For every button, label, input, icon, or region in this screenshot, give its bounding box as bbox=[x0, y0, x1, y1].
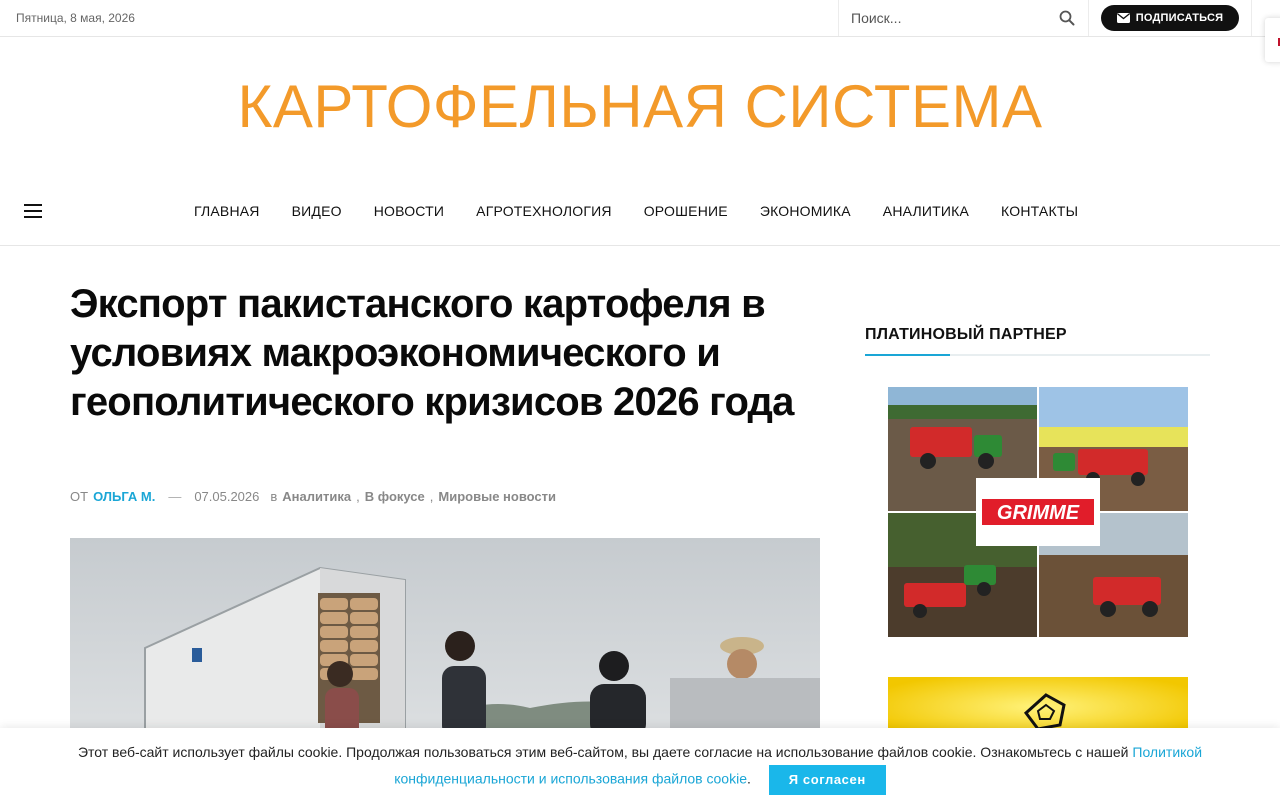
category-link[interactable]: В фокусе bbox=[365, 489, 425, 504]
topbar-divider bbox=[1251, 0, 1252, 36]
envelope-icon bbox=[1116, 13, 1130, 23]
current-date: Пятница, 8 мая, 2026 bbox=[16, 11, 135, 25]
article-featured-image bbox=[70, 538, 820, 738]
category-link[interactable]: Аналитика bbox=[282, 489, 351, 504]
article-date: 07.05.2026 bbox=[194, 489, 260, 504]
meta-by: ОТ bbox=[70, 489, 89, 504]
cookie-consent-bar: Этот веб-сайт использует файлы cookie. П… bbox=[0, 728, 1280, 800]
nav-item-video[interactable]: ВИДЕО bbox=[276, 203, 358, 219]
category-link[interactable]: Мировые новости bbox=[438, 489, 556, 504]
nav-item-news[interactable]: НОВОСТИ bbox=[358, 203, 460, 219]
meta-dash: — bbox=[168, 489, 182, 504]
side-flag-tab[interactable] bbox=[1265, 18, 1280, 62]
cookie-message: Этот веб-сайт использует файлы cookie. П… bbox=[30, 739, 1250, 795]
menu-icon[interactable] bbox=[24, 204, 42, 218]
grimme-ad-image: GRIMME bbox=[888, 387, 1188, 637]
nav-item-contacts[interactable]: КОНТАКТЫ bbox=[985, 203, 1094, 219]
grimme-ad-banner[interactable]: GRIMME bbox=[888, 387, 1188, 637]
nav-item-agrotech[interactable]: АГРОТЕХНОЛОГИЯ bbox=[460, 203, 628, 219]
site-logo[interactable]: КАРТОФЕЛЬНАЯ СИСТЕМА bbox=[0, 72, 1280, 142]
svg-text:GRIMME: GRIMME bbox=[997, 502, 1080, 524]
partner-widget-title: ПЛАТИНОВЫЙ ПАРТНЕР bbox=[865, 326, 1067, 343]
widget-underline bbox=[865, 354, 1210, 356]
nav-item-economics[interactable]: ЭКОНОМИКА bbox=[744, 203, 867, 219]
cookie-text: Этот веб-сайт использует файлы cookie. П… bbox=[77, 744, 1129, 760]
subscribe-label: ПОДПИСАТЬСЯ bbox=[1135, 12, 1224, 24]
article-title: Экспорт пакистанского картофеля в услови… bbox=[70, 282, 794, 424]
nav-item-analytics[interactable]: АНАЛИТИКА bbox=[867, 203, 985, 219]
nav-item-home[interactable]: ГЛАВНАЯ bbox=[178, 203, 276, 219]
cookie-period: . bbox=[746, 770, 751, 787]
nav-menu: ГЛАВНАЯ ВИДЕО НОВОСТИ АГРОТЕХНОЛОГИЯ ОРО… bbox=[178, 178, 1094, 244]
author-link[interactable]: ОЛЬГА М. bbox=[93, 489, 155, 504]
main-navigation: ГЛАВНАЯ ВИДЕО НОВОСТИ АГРОТЕХНОЛОГИЯ ОРО… bbox=[0, 178, 1280, 246]
nav-item-irrigation[interactable]: ОРОШЕНИЕ bbox=[628, 203, 744, 219]
subscribe-button[interactable]: ПОДПИСАТЬСЯ bbox=[1101, 5, 1239, 31]
search-box bbox=[838, 0, 1089, 36]
search-icon[interactable] bbox=[1059, 10, 1075, 26]
article-meta: ОТ ОЛЬГА М. — 07.05.2026 в Аналитика, В … bbox=[70, 489, 557, 504]
truck-loading-photo bbox=[70, 538, 820, 738]
cookie-agree-button[interactable]: Я согласен bbox=[768, 765, 886, 795]
meta-in: в bbox=[270, 489, 278, 504]
search-input[interactable] bbox=[851, 8, 1051, 28]
top-bar: Пятница, 8 мая, 2026 ПОДПИСАТЬСЯ bbox=[0, 0, 1280, 37]
